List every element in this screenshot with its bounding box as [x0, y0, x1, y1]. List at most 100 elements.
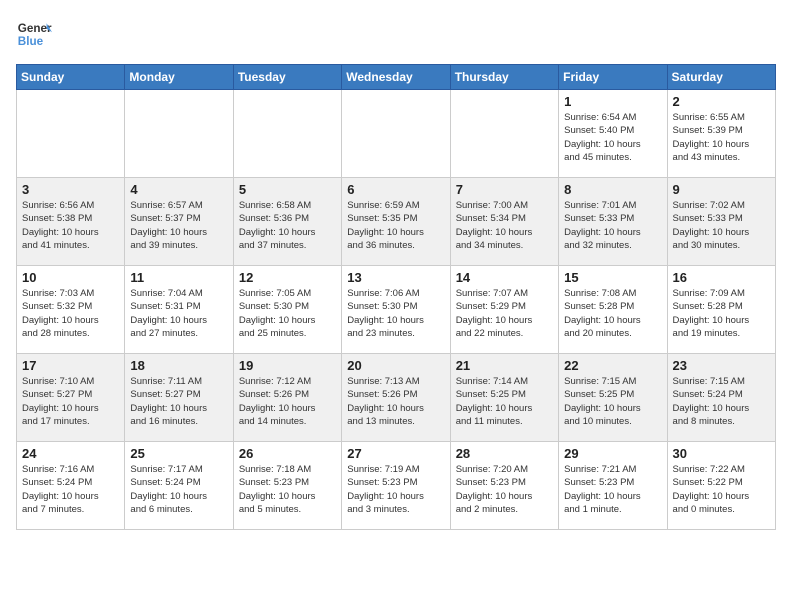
calendar-week-row: 3Sunrise: 6:56 AM Sunset: 5:38 PM Daylig…: [17, 178, 776, 266]
day-info: Sunrise: 6:54 AM Sunset: 5:40 PM Dayligh…: [564, 111, 661, 164]
day-number: 26: [239, 446, 336, 461]
calendar-cell: 29Sunrise: 7:21 AM Sunset: 5:23 PM Dayli…: [559, 442, 667, 530]
calendar-cell: 23Sunrise: 7:15 AM Sunset: 5:24 PM Dayli…: [667, 354, 775, 442]
day-info: Sunrise: 7:09 AM Sunset: 5:28 PM Dayligh…: [673, 287, 770, 340]
day-info: Sunrise: 7:18 AM Sunset: 5:23 PM Dayligh…: [239, 463, 336, 516]
calendar-cell: 25 Sunrise: 7:17 AM Sunset: 5:24 PM Dayli…: [125, 442, 233, 530]
calendar-cell: 6Sunrise: 6:59 AM Sunset: 5:35 PM Daylig…: [342, 178, 450, 266]
weekday-header-friday: Friday: [559, 65, 667, 90]
day-info: Sunrise: 7:19 AM Sunset: 5:23 PM Dayligh…: [347, 463, 444, 516]
calendar-week-row: 1 Sunrise: 6:54 AM Sunset: 5:40 PM Daylig…: [17, 90, 776, 178]
calendar-cell: 24Sunrise: 7:16 AM Sunset: 5:24 PM Dayli…: [17, 442, 125, 530]
calendar-week-row: 17 Sunrise: 7:10 AM Sunset: 5:27 PM Dayli…: [17, 354, 776, 442]
weekday-header-wednesday: Wednesday: [342, 65, 450, 90]
calendar-cell: [125, 90, 233, 178]
day-info: Sunrise: 7:00 AM Sunset: 5:34 PM Dayligh…: [456, 199, 553, 252]
day-info: Sunrise: 7:10 AM Sunset: 5:27 PM Dayligh…: [22, 375, 119, 428]
day-number: 15: [564, 270, 661, 285]
day-number: 28: [456, 446, 553, 461]
day-info: Sunrise: 7:03 AM Sunset: 5:32 PM Dayligh…: [22, 287, 119, 340]
calendar-cell: 1 Sunrise: 6:54 AM Sunset: 5:40 PM Daylig…: [559, 90, 667, 178]
day-info: Sunrise: 6:55 AM Sunset: 5:39 PM Dayligh…: [673, 111, 770, 164]
day-info: Sunrise: 7:12 AM Sunset: 5:26 PM Dayligh…: [239, 375, 336, 428]
day-info: Sunrise: 6:58 AM Sunset: 5:36 PM Dayligh…: [239, 199, 336, 252]
day-info: Sunrise: 7:01 AM Sunset: 5:33 PM Dayligh…: [564, 199, 661, 252]
weekday-header-thursday: Thursday: [450, 65, 558, 90]
day-number: 23: [673, 358, 770, 373]
day-number: 6: [347, 182, 444, 197]
day-info: Sunrise: 7:20 AM Sunset: 5:23 PM Dayligh…: [456, 463, 553, 516]
day-info: Sunrise: 7:22 AM Sunset: 5:22 PM Dayligh…: [673, 463, 770, 516]
day-info: Sunrise: 7:13 AM Sunset: 5:26 PM Dayligh…: [347, 375, 444, 428]
calendar-cell: 16 Sunrise: 7:09 AM Sunset: 5:28 PM Dayli…: [667, 266, 775, 354]
day-number: 12: [239, 270, 336, 285]
weekday-header-tuesday: Tuesday: [233, 65, 341, 90]
day-number: 1: [564, 94, 661, 109]
calendar-cell: 20 Sunrise: 7:13 AM Sunset: 5:26 PM Dayli…: [342, 354, 450, 442]
day-number: 2: [673, 94, 770, 109]
calendar-week-row: 24Sunrise: 7:16 AM Sunset: 5:24 PM Dayli…: [17, 442, 776, 530]
day-info: Sunrise: 7:11 AM Sunset: 5:27 PM Dayligh…: [130, 375, 227, 428]
day-number: 7: [456, 182, 553, 197]
weekday-header-monday: Monday: [125, 65, 233, 90]
calendar-cell: 4 Sunrise: 6:57 AM Sunset: 5:37 PM Daylig…: [125, 178, 233, 266]
calendar-cell: [342, 90, 450, 178]
day-number: 30: [673, 446, 770, 461]
day-number: 4: [130, 182, 227, 197]
logo: General Blue: [16, 16, 56, 52]
calendar-table: SundayMondayTuesdayWednesdayThursdayFrid…: [16, 64, 776, 530]
day-number: 8: [564, 182, 661, 197]
calendar-cell: 12 Sunrise: 7:05 AM Sunset: 5:30 PM Dayli…: [233, 266, 341, 354]
calendar-cell: [17, 90, 125, 178]
calendar-cell: 22Sunrise: 7:15 AM Sunset: 5:25 PM Dayli…: [559, 354, 667, 442]
day-number: 20: [347, 358, 444, 373]
calendar-cell: 21 Sunrise: 7:14 AM Sunset: 5:25 PM Dayli…: [450, 354, 558, 442]
day-info: Sunrise: 7:06 AM Sunset: 5:30 PM Dayligh…: [347, 287, 444, 340]
calendar-cell: 5Sunrise: 6:58 AM Sunset: 5:36 PM Daylig…: [233, 178, 341, 266]
day-number: 13: [347, 270, 444, 285]
day-number: 17: [22, 358, 119, 373]
day-info: Sunrise: 7:08 AM Sunset: 5:28 PM Dayligh…: [564, 287, 661, 340]
calendar-cell: 3Sunrise: 6:56 AM Sunset: 5:38 PM Daylig…: [17, 178, 125, 266]
calendar-cell: 7 Sunrise: 7:00 AM Sunset: 5:34 PM Daylig…: [450, 178, 558, 266]
day-number: 10: [22, 270, 119, 285]
calendar-cell: 11 Sunrise: 7:04 AM Sunset: 5:31 PM Dayli…: [125, 266, 233, 354]
calendar-cell: 8 Sunrise: 7:01 AM Sunset: 5:33 PM Daylig…: [559, 178, 667, 266]
calendar-cell: 26 Sunrise: 7:18 AM Sunset: 5:23 PM Dayli…: [233, 442, 341, 530]
calendar-cell: [233, 90, 341, 178]
day-info: Sunrise: 6:57 AM Sunset: 5:37 PM Dayligh…: [130, 199, 227, 252]
page-header: General Blue: [16, 16, 776, 52]
day-info: Sunrise: 6:56 AM Sunset: 5:38 PM Dayligh…: [22, 199, 119, 252]
day-number: 25: [130, 446, 227, 461]
day-number: 16: [673, 270, 770, 285]
day-info: Sunrise: 7:15 AM Sunset: 5:25 PM Dayligh…: [564, 375, 661, 428]
day-number: 9: [673, 182, 770, 197]
calendar-week-row: 10 Sunrise: 7:03 AM Sunset: 5:32 PM Dayli…: [17, 266, 776, 354]
day-info: Sunrise: 7:05 AM Sunset: 5:30 PM Dayligh…: [239, 287, 336, 340]
day-number: 27: [347, 446, 444, 461]
calendar-cell: 28 Sunrise: 7:20 AM Sunset: 5:23 PM Dayli…: [450, 442, 558, 530]
day-number: 11: [130, 270, 227, 285]
day-info: Sunrise: 7:04 AM Sunset: 5:31 PM Dayligh…: [130, 287, 227, 340]
day-info: Sunrise: 7:17 AM Sunset: 5:24 PM Dayligh…: [130, 463, 227, 516]
calendar-cell: 13 Sunrise: 7:06 AM Sunset: 5:30 PM Dayli…: [342, 266, 450, 354]
day-info: Sunrise: 7:02 AM Sunset: 5:33 PM Dayligh…: [673, 199, 770, 252]
calendar-cell: 10 Sunrise: 7:03 AM Sunset: 5:32 PM Dayli…: [17, 266, 125, 354]
day-number: 29: [564, 446, 661, 461]
calendar-cell: [450, 90, 558, 178]
day-info: Sunrise: 7:14 AM Sunset: 5:25 PM Dayligh…: [456, 375, 553, 428]
calendar-cell: 9 Sunrise: 7:02 AM Sunset: 5:33 PM Daylig…: [667, 178, 775, 266]
calendar-cell: 18 Sunrise: 7:11 AM Sunset: 5:27 PM Dayli…: [125, 354, 233, 442]
calendar-cell: 19 Sunrise: 7:12 AM Sunset: 5:26 PM Dayli…: [233, 354, 341, 442]
svg-text:Blue: Blue: [18, 35, 44, 48]
calendar-cell: 30 Sunrise: 7:22 AM Sunset: 5:22 PM Dayli…: [667, 442, 775, 530]
calendar-cell: 27 Sunrise: 7:19 AM Sunset: 5:23 PM Dayli…: [342, 442, 450, 530]
logo-icon: General Blue: [16, 16, 52, 52]
day-number: 18: [130, 358, 227, 373]
weekday-header-sunday: Sunday: [17, 65, 125, 90]
calendar-cell: 15 Sunrise: 7:08 AM Sunset: 5:28 PM Dayli…: [559, 266, 667, 354]
day-number: 24: [22, 446, 119, 461]
day-number: 14: [456, 270, 553, 285]
day-number: 19: [239, 358, 336, 373]
day-number: 21: [456, 358, 553, 373]
